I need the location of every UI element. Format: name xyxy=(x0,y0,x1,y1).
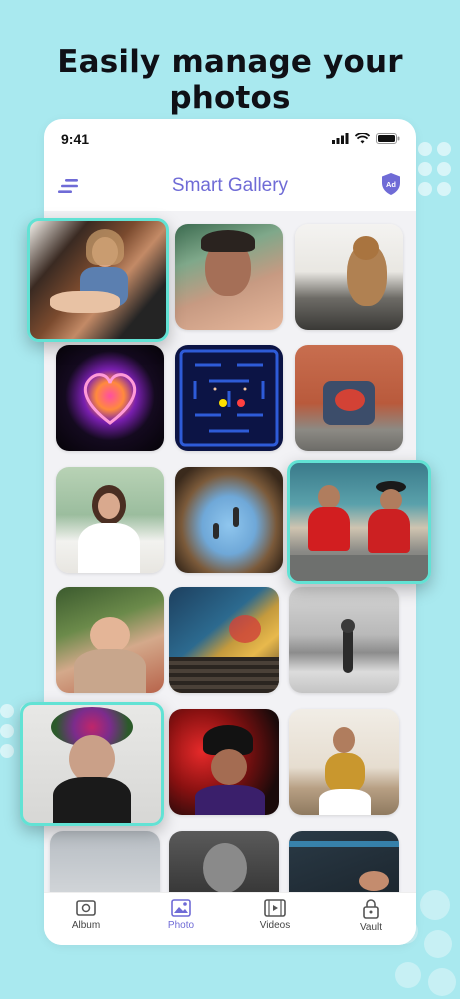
photo-tile[interactable] xyxy=(289,709,399,815)
photo-tile[interactable] xyxy=(169,587,279,693)
tab-photo[interactable]: Photo xyxy=(146,899,216,931)
photo-tile-highlighted[interactable] xyxy=(287,460,431,584)
status-time: 9:41 xyxy=(61,131,90,147)
wifi-icon xyxy=(355,133,370,144)
photo-tile[interactable] xyxy=(295,224,403,330)
photo-tile[interactable] xyxy=(175,467,283,573)
vault-icon xyxy=(363,899,379,919)
battery-icon xyxy=(376,133,400,144)
ad-badge-text: Ad xyxy=(386,180,396,189)
tab-bar: Album Photo Videos Vault xyxy=(44,892,416,945)
photo-tile-highlighted[interactable] xyxy=(20,702,164,826)
photo-tile[interactable] xyxy=(289,587,399,693)
signal-icon xyxy=(332,133,349,144)
tab-photo-label: Photo xyxy=(167,920,195,931)
photo-tile-highlighted[interactable] xyxy=(27,218,169,342)
tab-vault-label: Vault xyxy=(359,922,383,933)
status-bar: 9:41 xyxy=(44,119,416,159)
tab-videos[interactable]: Videos xyxy=(240,899,310,931)
photo-tile[interactable] xyxy=(175,345,283,451)
photo-tile[interactable] xyxy=(169,831,279,895)
app-bar: Smart Gallery Ad xyxy=(44,167,416,207)
app-title: Smart Gallery xyxy=(171,175,289,196)
tab-vault[interactable]: Vault xyxy=(336,899,406,933)
album-icon xyxy=(76,900,96,916)
photo-tile[interactable] xyxy=(50,831,160,895)
photo-tile[interactable] xyxy=(289,831,399,895)
photo-tile[interactable] xyxy=(175,224,283,330)
videos-icon xyxy=(264,899,286,917)
photo-tile[interactable] xyxy=(295,345,403,451)
headline: Easily manage your photos xyxy=(57,44,403,116)
ad-block-shield-icon[interactable]: Ad xyxy=(380,172,402,196)
photo-tile[interactable] xyxy=(56,467,164,573)
tab-album-label: Album xyxy=(71,920,101,931)
photo-tile[interactable] xyxy=(169,709,279,815)
tab-videos-label: Videos xyxy=(259,920,291,931)
tab-album[interactable]: Album xyxy=(51,899,121,931)
photo-icon xyxy=(171,899,191,917)
photo-tile[interactable] xyxy=(56,345,164,451)
photo-tile[interactable] xyxy=(56,587,164,693)
